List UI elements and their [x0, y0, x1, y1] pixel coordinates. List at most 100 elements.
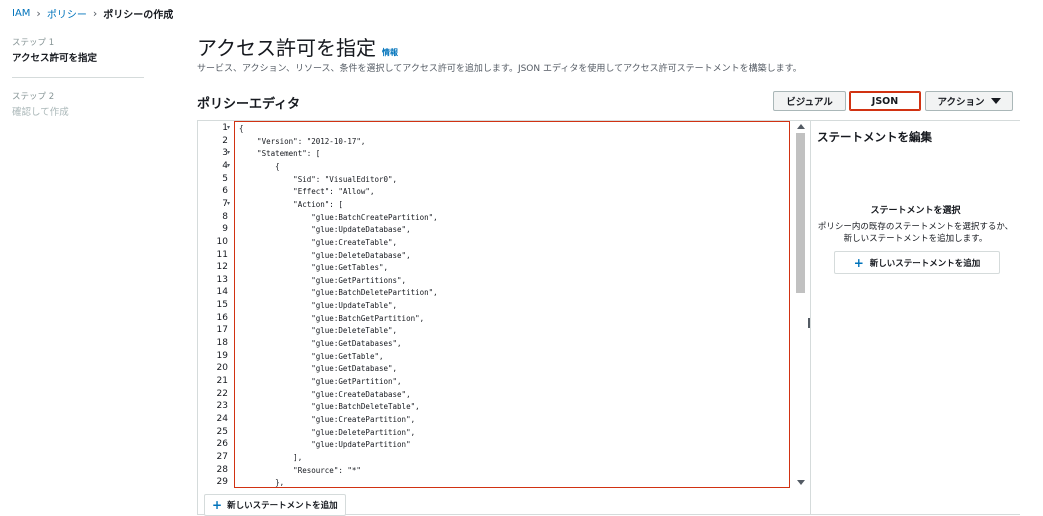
visual-tab-button[interactable]: ビジュアル — [773, 91, 846, 111]
scroll-down-icon[interactable] — [797, 480, 805, 485]
line-number: 18 — [216, 338, 228, 349]
code-line: "glue:DeleteTable", — [235, 325, 789, 338]
line-number: 8 — [222, 211, 228, 222]
code-text: "Resource": "*" — [239, 465, 361, 475]
line-number: 27 — [216, 451, 228, 462]
gutter-line: 8 — [198, 211, 234, 224]
code-text: "glue:GetPartitions", — [239, 275, 407, 285]
gutter-line: 9 — [198, 223, 234, 236]
line-number: 6 — [222, 186, 228, 197]
code-text: "Effect": "Allow", — [239, 187, 375, 197]
code-line: "glue:CreatePartition", — [235, 414, 789, 427]
gutter-line: 23 — [198, 400, 234, 413]
code-line: "Version": "2012-10-17", — [235, 136, 789, 149]
gutter-line: 27 — [198, 451, 234, 464]
edit-statement-panel: ステートメントを編集 ステートメントを選択 ポリシー内の既存のステートメントを選… — [810, 121, 1020, 514]
code-text: "Action": [ — [239, 199, 343, 209]
wizard-steps: ステップ 1 アクセス許可を指定 ステップ 2 確認して作成 — [12, 36, 144, 127]
line-number: 25 — [216, 426, 228, 437]
gutter-line: 2 — [198, 135, 234, 148]
gutter-line: 17 — [198, 324, 234, 337]
code-line: "glue:BatchCreatePartition", — [235, 212, 789, 225]
code-line: ], — [235, 452, 789, 465]
fold-toggle-icon[interactable]: ▾ — [227, 147, 230, 160]
code-text: "glue:BatchDeletePartition", — [239, 288, 438, 298]
code-line: "glue:BatchDeleteTable", — [235, 401, 789, 414]
code-text: "glue:UpdatePartition" — [239, 440, 411, 450]
gutter-line: 1 ▾ — [198, 122, 234, 135]
step-2-title: 確認して作成 — [12, 107, 69, 118]
code-line: "glue:CreateDatabase", — [235, 389, 789, 402]
line-number: 22 — [216, 388, 228, 399]
line-number: 11 — [216, 249, 228, 260]
line-number: 21 — [216, 376, 228, 386]
gutter-line: 15 — [198, 299, 234, 312]
code-text: "glue:GetPartition", — [239, 377, 402, 386]
step-1-title: アクセス許可を指定 — [12, 53, 98, 64]
breadcrumb-current: ポリシーの作成 — [103, 10, 174, 21]
add-statement-label: 新しいステートメントを追加 — [227, 501, 338, 511]
code-line: "glue:BatchGetPartition", — [235, 313, 789, 326]
step-2-label: ステップ 2 — [12, 92, 55, 102]
chevron-right-icon: › — [92, 7, 98, 20]
code-text: "glue:BatchCreatePartition", — [239, 212, 438, 222]
gutter-line: 29 — [198, 476, 234, 489]
json-tab-button[interactable]: JSON — [849, 91, 921, 111]
gutter-line: 3 ▾ — [198, 147, 234, 160]
fold-toggle-icon[interactable]: ▾ — [227, 198, 230, 211]
side-add-statement-button[interactable]: + 新しいステートメントを追加 — [834, 251, 1000, 274]
code-line: "glue:GetDatabases", — [235, 338, 789, 351]
side-panel-subtitle: ステートメントを選択 — [870, 206, 961, 216]
gutter-line: 4 ▾ — [198, 160, 234, 173]
code-text: "glue:CreatePartition", — [239, 414, 416, 424]
policy-editor-panel: 1 ▾ 2 3 ▾ 4 ▾ 5 6 7 ▾ 8 9 10 11 12 13 14 15 16 17 18 19 20 21 22 2… — [197, 120, 1020, 516]
code-text: "Sid": "VisualEditor0", — [239, 174, 398, 184]
code-text: ], — [239, 452, 303, 462]
code-line: }, — [235, 477, 789, 487]
gutter-line: 26 — [198, 438, 234, 451]
fold-toggle-icon[interactable]: ▾ — [227, 160, 230, 173]
code-text: "glue:UpdateDatabase", — [239, 225, 411, 235]
scrollbar-thumb[interactable] — [796, 133, 805, 293]
line-number: 15 — [216, 300, 228, 311]
chevron-right-icon: › — [36, 7, 41, 20]
line-number: 26 — [216, 439, 228, 450]
code-line: "glue:BatchDeletePartition", — [235, 287, 789, 300]
info-link[interactable]: 情報 — [382, 47, 398, 58]
editor-scrollbar[interactable] — [794, 121, 808, 488]
code-text: "glue:GetTable", — [239, 351, 384, 361]
step-divider — [12, 77, 144, 78]
gutter-line: 22 — [198, 388, 234, 401]
code-line: "glue:UpdateTable", — [235, 300, 789, 313]
line-number: 29 — [216, 477, 228, 488]
code-line: "Resource": "*" — [235, 465, 789, 478]
code-line: "Statement": [ — [235, 148, 789, 161]
step-1: ステップ 1 アクセス許可を指定 — [12, 36, 144, 73]
gutter-line: 24 — [198, 413, 234, 426]
gutter-line: 13 — [198, 274, 234, 287]
line-number: 2 — [222, 135, 228, 146]
plus-icon: + — [853, 255, 864, 270]
line-number: 9 — [222, 224, 228, 235]
code-line: "glue:UpdateDatabase", — [235, 224, 789, 237]
line-number: 12 — [216, 262, 228, 273]
line-number: 17 — [216, 325, 228, 336]
side-add-statement-label: 新しいステートメントを追加 — [869, 258, 981, 269]
code-line: "Effect": "Allow", — [235, 186, 789, 199]
scroll-up-icon[interactable] — [797, 124, 805, 129]
breadcrumb-policies-link[interactable]: ポリシー — [47, 6, 87, 21]
gutter-line: 16 — [198, 312, 234, 325]
code-line: "glue:UpdatePartition" — [235, 439, 789, 452]
add-statement-button[interactable]: + 新しいステートメントを追加 — [204, 494, 346, 516]
code-text: { — [239, 161, 280, 171]
fold-toggle-icon[interactable]: ▾ — [227, 122, 230, 135]
line-number: 16 — [216, 312, 228, 323]
gutter-line: 6 — [198, 185, 234, 198]
page-header: アクセス許可を指定 情報 — [197, 32, 398, 61]
code-line: "Action": [ — [235, 199, 789, 212]
breadcrumb-iam-link[interactable]: IAM — [12, 8, 30, 19]
code-line: { — [235, 123, 789, 136]
actions-dropdown[interactable]: アクション — [925, 91, 1013, 111]
step-1-label: ステップ 1 — [12, 38, 55, 48]
json-code-editor[interactable]: { "Version": "2012-10-17", "Statement": … — [234, 121, 790, 488]
